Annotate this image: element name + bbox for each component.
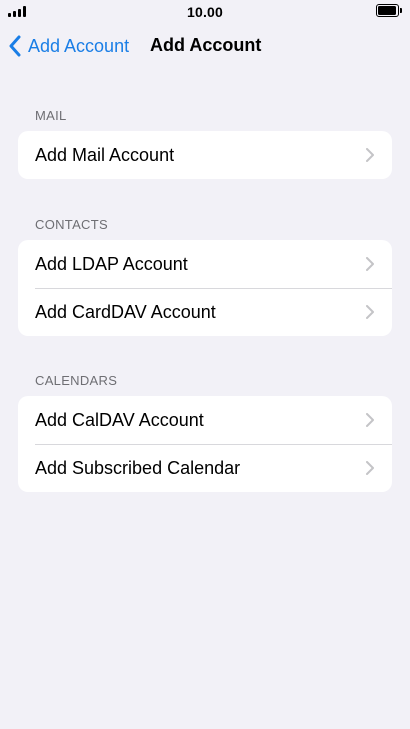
- add-mail-account-row[interactable]: Add Mail Account: [18, 131, 392, 179]
- chevron-right-icon: [366, 461, 374, 475]
- add-ldap-account-row[interactable]: Add LDAP Account: [18, 240, 392, 288]
- battery-icon: [376, 4, 402, 17]
- status-time: 10.00: [186, 4, 224, 20]
- group-calendars: Add CalDAV Account Add Subscribed Calend…: [18, 396, 392, 492]
- row-label: Add Subscribed Calendar: [35, 457, 241, 478]
- back-button[interactable]: Add Account: [8, 34, 129, 58]
- section-header-mail: MAIL: [35, 108, 67, 123]
- add-carddav-account-row[interactable]: Add CardDAV Account: [18, 288, 392, 336]
- back-button-label: Add Account: [28, 35, 130, 56]
- row-label: Add CalDAV Account: [35, 409, 204, 430]
- group-mail: Add Mail Account: [18, 131, 392, 179]
- chevron-right-icon: [366, 148, 374, 162]
- status-bar: 10.00: [0, 0, 410, 24]
- section-header-contacts: CONTACTS: [35, 217, 108, 232]
- group-contacts: Add LDAP Account Add CardDAV Account: [18, 240, 392, 336]
- section-header-calendars: CALENDARS: [35, 373, 118, 388]
- chevron-right-icon: [366, 413, 374, 427]
- row-label: Add CardDAV Account: [35, 301, 216, 322]
- navigation-bar: Add Account Add Account: [0, 24, 410, 68]
- page-title: Add Account: [150, 35, 262, 55]
- row-label: Add LDAP Account: [35, 253, 188, 274]
- add-caldav-account-row[interactable]: Add CalDAV Account: [18, 396, 392, 444]
- add-subscribed-calendar-row[interactable]: Add Subscribed Calendar: [18, 444, 392, 492]
- row-label: Add Mail Account: [35, 144, 175, 165]
- chevron-right-icon: [366, 257, 374, 271]
- chevron-left-icon: [9, 35, 21, 57]
- chevron-right-icon: [366, 305, 374, 319]
